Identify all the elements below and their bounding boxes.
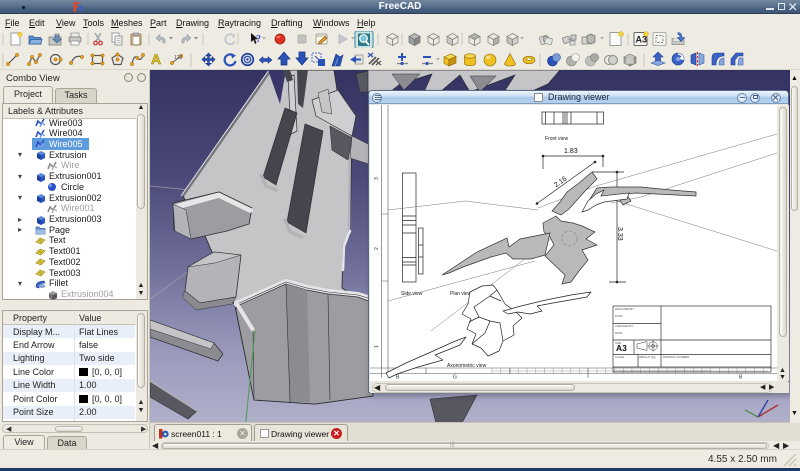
svg-text:CHECKED BY:: CHECKED BY: xyxy=(615,324,634,328)
svg-text:?: ? xyxy=(256,34,261,45)
svg-text:B: B xyxy=(739,375,743,381)
svg-text:This drawing is our property;: This drawing is our property; it can't b… xyxy=(614,369,711,372)
svg-text:1.83: 1.83 xyxy=(564,148,578,155)
svg-text:DATE:: DATE: xyxy=(615,314,623,318)
svg-text:WEIGHT (kg): WEIGHT (kg) xyxy=(639,355,656,359)
svg-text:G: G xyxy=(453,375,457,381)
svg-text:B: B xyxy=(396,375,400,381)
svg-text:2: 2 xyxy=(374,247,380,250)
svg-text:A: A xyxy=(151,51,161,67)
svg-text:2.16: 2.16 xyxy=(553,176,568,190)
svg-text:Side view: Side view xyxy=(401,291,423,297)
svg-text:123: 123 xyxy=(174,55,183,61)
svg-text:Front view: Front view xyxy=(545,136,568,142)
svg-text:1: 1 xyxy=(374,345,380,348)
svg-text:Plan view: Plan view xyxy=(450,291,472,297)
svg-text:Axonometric view: Axonometric view xyxy=(447,363,487,369)
svg-text:DESIGNED BY:: DESIGNED BY: xyxy=(615,307,635,311)
svg-text:SCALE: SCALE xyxy=(615,355,624,359)
svg-text:3.33: 3.33 xyxy=(616,227,623,241)
svg-text:DRAWING NUMBER: DRAWING NUMBER xyxy=(663,355,689,359)
svg-text:DATE:: DATE: xyxy=(615,331,623,335)
svg-text:3: 3 xyxy=(374,177,380,180)
svg-text:SIZE: SIZE xyxy=(615,341,621,345)
